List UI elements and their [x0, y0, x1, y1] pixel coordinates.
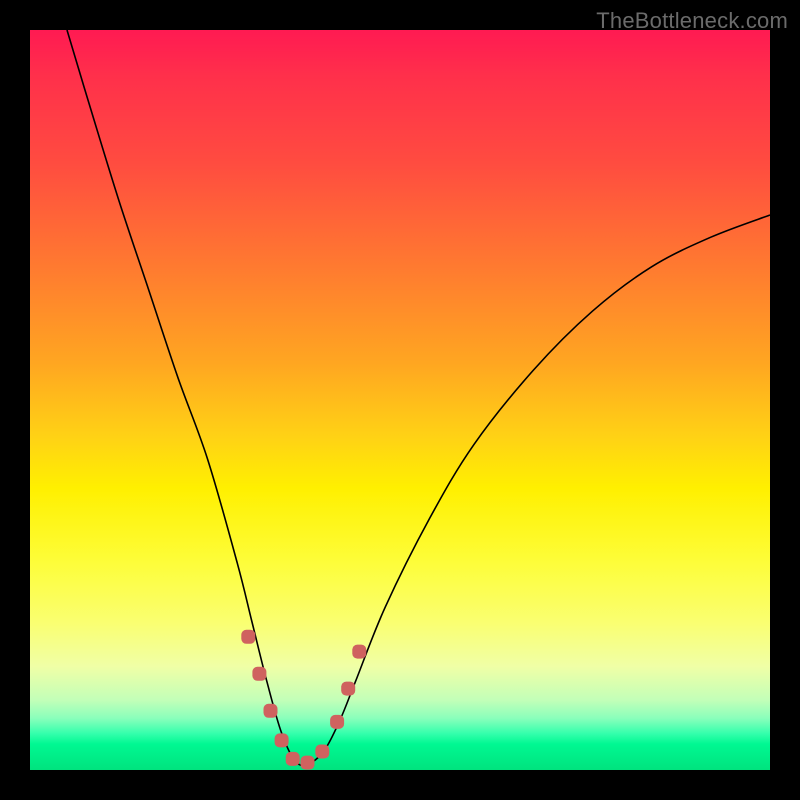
bottleneck-curve [67, 30, 770, 765]
curve-marker [252, 667, 266, 681]
curve-layer [30, 30, 770, 770]
curve-marker [330, 715, 344, 729]
curve-marker [352, 645, 366, 659]
curve-marker [341, 682, 355, 696]
curve-marker [301, 756, 315, 770]
plot-area [30, 30, 770, 770]
chart-frame: TheBottleneck.com [0, 0, 800, 800]
curve-marker [275, 733, 289, 747]
curve-marker [315, 745, 329, 759]
curve-marker [241, 630, 255, 644]
curve-marker [264, 704, 278, 718]
curve-marker [286, 752, 300, 766]
